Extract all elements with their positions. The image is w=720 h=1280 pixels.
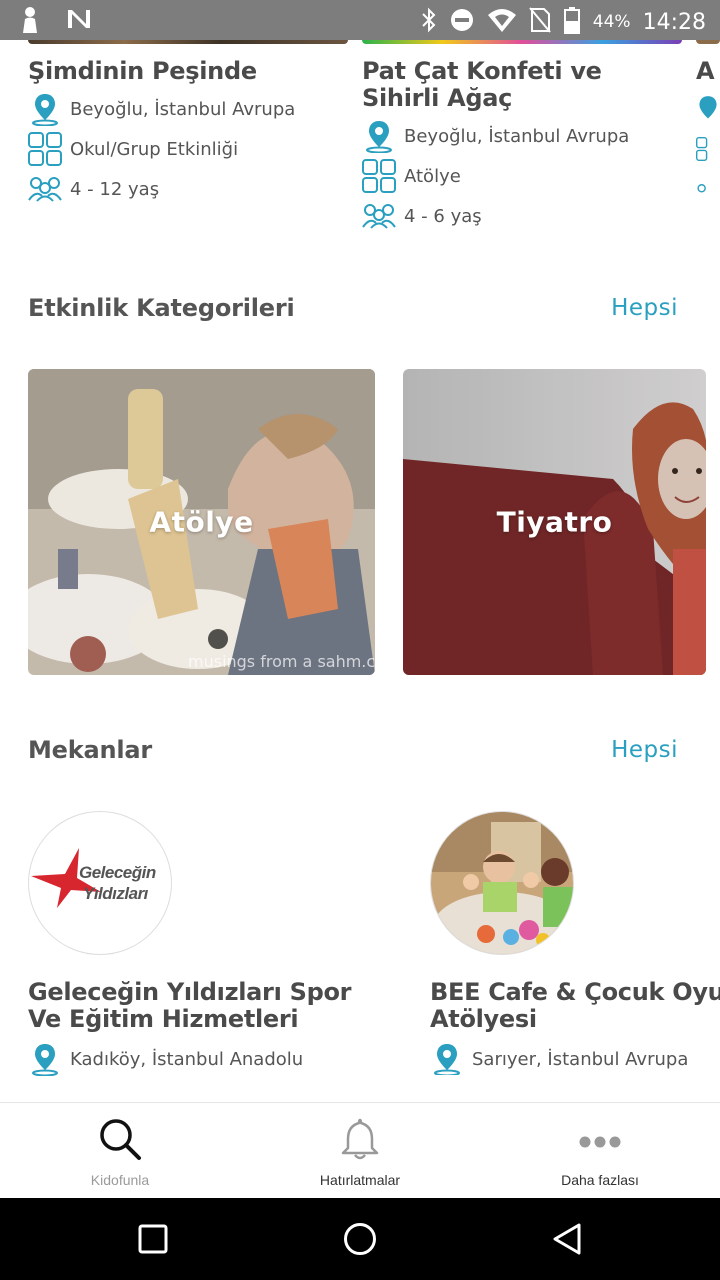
event-card[interactable]: Pat Çat Konfeti ve Sihirli Ağaç Beyoğlu,… [362,40,682,232]
clock: 14:28 [642,9,706,35]
battery-icon [563,6,581,38]
event-card[interactable]: A [696,40,720,205]
kids-age-icon [28,172,62,206]
venue-card[interactable]: Geleceğin Yıldızları Geleceğin Yıldızlar… [28,811,388,1076]
venue-name: BEE Cafe & Çocuk Oyun Atölyesi [430,978,720,1033]
logo-text-line1: Geleceğin [79,863,156,882]
event-title: Şimdinin Peşinde [28,57,257,85]
do-not-disturb-icon [449,7,475,37]
section-title: Etkinlik Kategorileri [28,294,295,322]
category-label: Tiyatro [496,505,613,539]
section-title: Mekanlar [28,736,153,764]
bell-icon [338,1117,382,1165]
location-pin-icon [28,1042,62,1076]
svg-text:musings from a sahm.com: musings from a sahm.com [188,652,375,671]
event-image [28,40,348,44]
nav-label: Daha fazlası [561,1172,639,1188]
event-title: Pat Çat Konfeti ve Sihirli Ağaç [362,57,602,112]
categories-header: Etkinlik Kategorileri Hepsi [28,294,678,322]
nav-label: Kidofunla [90,1172,150,1188]
system-navigation-bar [0,1198,720,1280]
event-age: 4 - 12 yaş [70,178,160,200]
event-card[interactable]: Şimdinin Peşinde Beyoğlu, İstanbul Avrup… [28,40,348,205]
nav-item-hatirlatmalar[interactable]: Hatırlatmalar [240,1103,480,1199]
venue-location: Kadıköy, İstanbul Anadolu [70,1048,304,1070]
venue-location: Sarıyer, İstanbul Avrupa [472,1048,689,1070]
more-icon [578,1134,622,1153]
wifi-icon [487,7,517,37]
no-sim-icon [529,7,551,37]
event-location: Beyoğlu, İstanbul Avrupa [70,98,296,120]
home-button-icon[interactable] [343,1222,377,1260]
nav-item-kidofunla[interactable]: Kidofunla [0,1103,240,1199]
battery-percent: 44% [592,12,631,32]
venue-card[interactable]: BEE Cafe & Çocuk Oyun Atölyesi Sarıyer, … [430,811,720,1075]
recents-button-icon[interactable] [138,1224,168,1258]
venue-photo [430,811,574,955]
search-icon [98,1117,142,1165]
category-label: Atölye [149,505,254,539]
category-card-atolye[interactable]: musings from a sahm.com Atölye [28,369,375,675]
bluetooth-icon [421,7,437,37]
n-icon [66,6,92,38]
nav-item-daha-fazlasi[interactable]: Daha fazlası [480,1103,720,1199]
event-meta-location [696,93,720,125]
category-grid-icon [362,159,396,193]
event-title: A [696,57,715,85]
event-meta-type [696,133,720,165]
venue-logo: Geleceğin Yıldızları [28,811,172,955]
status-bar: 44% 14:28 [0,0,720,40]
kids-age-icon [362,199,396,233]
event-image [362,40,682,44]
event-meta-age [696,173,720,205]
location-pin-icon [430,1042,464,1075]
event-type: Okul/Grup Etkinliği [70,138,239,160]
venues-see-all-link[interactable]: Hepsi [611,737,678,763]
venue-name: Geleceğin Yıldızları Spor Ve Eğitim Hizm… [28,978,352,1033]
location-pin-icon [362,119,396,153]
event-location: Beyoğlu, İstanbul Avrupa [404,125,630,147]
event-type: Atölye [404,165,461,187]
person-icon [18,6,42,38]
back-button-icon[interactable] [551,1222,583,1260]
bottom-navigation: Kidofunla Hatırlatmalar Daha fazlası [0,1102,720,1198]
category-card-tiyatro[interactable]: Tiyatro [403,369,706,675]
event-age: 4 - 6 yaş [404,205,482,227]
location-pin-icon [28,92,62,126]
category-grid-icon [28,132,62,166]
event-image [696,40,720,44]
main-scroll[interactable]: Şimdinin Peşinde Beyoğlu, İstanbul Avrup… [0,40,720,1102]
logo-text-line2: Yıldızları [83,884,148,903]
nav-label: Hatırlatmalar [319,1172,401,1188]
venues-header: Mekanlar Hepsi [28,736,678,764]
categories-see-all-link[interactable]: Hepsi [611,295,678,321]
